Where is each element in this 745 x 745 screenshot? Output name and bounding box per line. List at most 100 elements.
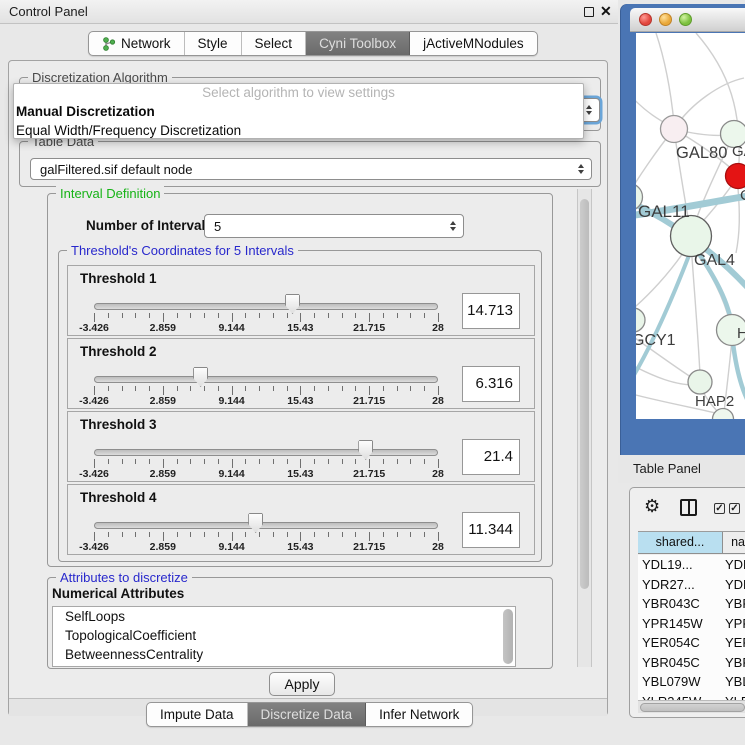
slider-tick-label: 9.144	[218, 468, 244, 480]
slider-tick-mark	[163, 313, 164, 322]
table-row[interactable]: YBR043CYBR0	[638, 594, 745, 614]
table-row[interactable]: YLR345WYLR3	[638, 692, 745, 701]
algorithm-placeholder-item[interactable]: Select algorithm to view settings	[14, 84, 583, 102]
tab-discretize-data[interactable]: Discretize Data	[248, 703, 367, 726]
threshold-value-field[interactable]: 21.4	[462, 439, 520, 475]
checkbox-select-icon[interactable]: ✓	[714, 503, 725, 514]
table-row[interactable]: YDR27...YDR2	[638, 575, 745, 595]
scrollbar-thumb[interactable]	[640, 703, 745, 712]
split-columns-icon[interactable]	[680, 499, 697, 516]
tab-cyni-toolbox[interactable]: Cyni Toolbox	[306, 32, 410, 55]
scrollbar-thumb[interactable]	[503, 609, 513, 664]
network-node-gal4[interactable]	[671, 216, 712, 257]
slider-tick-mark	[314, 532, 315, 537]
slider-tick-label: -3.426	[79, 395, 109, 407]
table-row[interactable]: YER054CYER0	[638, 633, 745, 653]
tab-select[interactable]: Select	[242, 32, 307, 55]
app-screen: Control Panel ✕ Network Style Select Cyn…	[0, 0, 745, 745]
network-node-label: C	[740, 187, 745, 204]
table-row[interactable]: YBL079WYBL0	[638, 672, 745, 692]
tab-infer-network[interactable]: Infer Network	[366, 703, 472, 726]
numerical-attributes-list[interactable]: SelfLoopsTopologicalCoefficientBetweenne…	[52, 606, 516, 667]
float-window-icon[interactable]	[584, 7, 594, 17]
table-row[interactable]: YBR045CYBR0	[638, 653, 745, 673]
table-row[interactable]: YPR145WYPR1	[638, 614, 745, 634]
threshold-value-field[interactable]: 11.344	[462, 512, 520, 548]
slider-tick-mark	[259, 459, 260, 464]
threshold-slider-handle[interactable]	[248, 513, 263, 533]
number-of-intervals-combobox[interactable]: 5	[204, 214, 464, 238]
zoom-traffic-light-icon[interactable]	[679, 13, 692, 26]
slider-tick-label: -3.426	[79, 541, 109, 553]
threshold-slider-track[interactable]	[94, 522, 438, 529]
network-node-gal80[interactable]	[661, 116, 688, 143]
slider-tick-mark	[259, 313, 260, 318]
slider-tick-mark	[245, 313, 246, 318]
algorithm-option-manual[interactable]: Manual Discretization	[14, 102, 583, 121]
threshold-slider-handle[interactable]	[358, 440, 373, 460]
slider-tick-mark	[314, 386, 315, 391]
gear-icon[interactable]: ⚙	[644, 496, 660, 517]
slider-tick-label: 28	[432, 395, 444, 407]
threshold-slider-track[interactable]	[94, 449, 438, 456]
slider-tick-label: 2.859	[150, 541, 176, 553]
tab-style[interactable]: Style	[185, 32, 242, 55]
tab-impute-data[interactable]: Impute Data	[147, 703, 248, 726]
scrollbar-thumb[interactable]	[580, 199, 589, 589]
slider-tick-mark	[383, 459, 384, 464]
slider-tick-mark	[204, 532, 205, 537]
threshold-slider-track[interactable]	[94, 376, 438, 383]
tab-network[interactable]: Network	[89, 32, 185, 55]
table-cell-name: YDR2	[725, 575, 745, 595]
table-cell-name: YBL0	[725, 672, 745, 692]
slider-tick-label: 2.859	[150, 322, 176, 334]
threshold-slider-handle[interactable]	[193, 367, 208, 387]
threshold-slider-handle[interactable]	[285, 294, 300, 314]
network-node-gcy1[interactable]	[636, 308, 645, 332]
slider-tick-label: 15.43	[287, 322, 313, 334]
attributes-scrollbar[interactable]	[503, 609, 513, 664]
attribute-list-item[interactable]: TopologicalCoefficient	[53, 626, 515, 645]
table-cell-name: YBR0	[725, 653, 745, 673]
algorithm-option-equal-width[interactable]: Equal Width/Frequency Discretization	[14, 121, 583, 139]
tab-jactivemnodules[interactable]: jActiveMNodules	[410, 32, 537, 55]
network-node-hap2[interactable]	[688, 370, 712, 394]
slider-tick-labels: -3.4262.8599.14415.4321.71528	[94, 541, 438, 554]
slider-tick-mark	[273, 532, 274, 537]
slider-tick-mark	[94, 386, 95, 395]
column-header-name[interactable]: na	[723, 532, 745, 553]
slider-tick-mark	[163, 386, 164, 395]
threshold-value-field[interactable]: 14.713	[462, 293, 520, 329]
slider-tick-mark	[163, 532, 164, 541]
table-row[interactable]: YDL19...YDL1	[638, 555, 745, 575]
column-header-shared-name[interactable]: shared...	[638, 532, 723, 553]
attribute-list-item[interactable]: BetweennessCentrality	[53, 645, 515, 664]
minimize-traffic-light-icon[interactable]	[659, 13, 672, 26]
slider-tick-mark	[149, 459, 150, 464]
table-data-combobox[interactable]: galFiltered.sif default node	[30, 158, 592, 180]
apply-button[interactable]: Apply	[269, 672, 335, 696]
slider-tick-label: 9.144	[218, 322, 244, 334]
slider-tick-mark	[245, 386, 246, 391]
attribute-list-item[interactable]: SelfLoops	[53, 607, 515, 626]
close-icon[interactable]: ✕	[600, 3, 612, 20]
slider-tick-mark	[410, 532, 411, 537]
slider-tick-mark	[328, 313, 329, 318]
slider-tick-label: 15.43	[287, 395, 313, 407]
table-horizontal-scrollbar[interactable]	[638, 700, 745, 713]
threshold-slider-track[interactable]	[94, 303, 438, 310]
slider-tick-mark	[259, 386, 260, 391]
slider-tick-mark	[108, 459, 109, 464]
network-canvas[interactable]: GAL80GACGAL11GAL4GCY1HHAP2	[636, 33, 745, 419]
slider-tick-mark	[300, 532, 301, 541]
slider-tick-labels: -3.4262.8599.14415.4321.71528	[94, 395, 438, 408]
network-node-c[interactable]	[726, 164, 745, 189]
close-traffic-light-icon[interactable]	[639, 13, 652, 26]
slider-tick-label: 28	[432, 322, 444, 334]
slider-tick-label: 21.715	[353, 395, 385, 407]
threshold-value-field[interactable]: 6.316	[462, 366, 520, 402]
interval-definition-title: Interval Definition	[56, 186, 164, 201]
panel-vertical-scrollbar[interactable]	[577, 189, 592, 667]
checkbox-select-all-icon[interactable]: ✓	[729, 503, 740, 514]
combo-stepper-icon	[578, 164, 584, 174]
